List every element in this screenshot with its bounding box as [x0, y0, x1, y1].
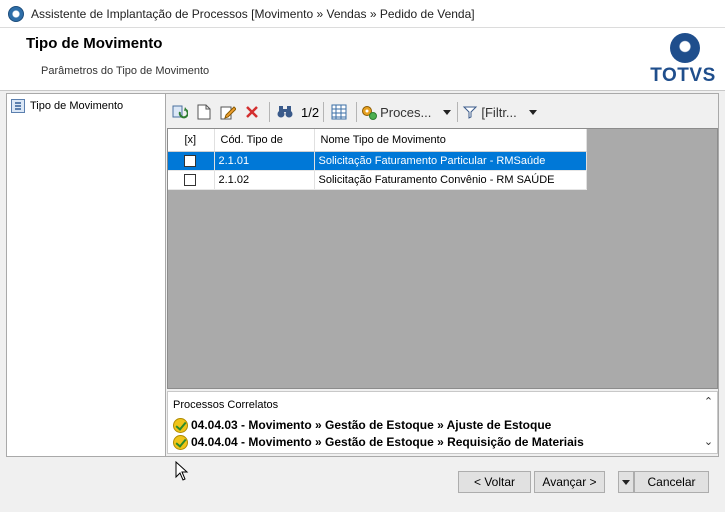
related-process-label: 04.04.03 - Movimento » Gestão de Estoque…: [191, 418, 552, 432]
row-name: Solicitação Faturamento Particular - RMS…: [314, 151, 587, 171]
options-dropdown-button[interactable]: [618, 471, 634, 493]
chevron-down-icon: [622, 479, 630, 485]
toolbar-separator: [323, 102, 325, 122]
check-icon: [173, 434, 188, 450]
cancel-button[interactable]: Cancelar: [634, 471, 709, 493]
related-process-label: 04.04.04 - Movimento » Gestão de Estoque…: [191, 435, 584, 449]
back-button[interactable]: < Voltar: [458, 471, 531, 493]
delete-icon: [246, 106, 258, 118]
row-select-cell[interactable]: [168, 151, 215, 171]
table-header-row: [x] Cód. Tipo de Nome Tipo de Movimento: [168, 129, 587, 152]
filter-menu-label: [Filtr...: [481, 104, 517, 120]
next-button[interactable]: Avançar >: [534, 471, 605, 493]
app-icon: [8, 6, 24, 22]
table-row[interactable]: 2.1.01 Solicitação Faturamento Particula…: [168, 151, 587, 171]
scroll-down-icon[interactable]: ⌄: [700, 434, 717, 451]
chevron-down-icon: [528, 109, 537, 115]
vertical-scrollbar[interactable]: ⌃ ⌄: [700, 392, 717, 453]
row-checkbox[interactable]: [184, 154, 196, 167]
row-code: 2.1.02: [214, 170, 315, 190]
scroll-up-icon[interactable]: ⌃: [700, 394, 717, 411]
totvs-logo: TOTVS: [648, 32, 718, 88]
tree-item-label: Tipo de Movimento: [30, 100, 124, 112]
list-icon: [11, 99, 25, 113]
related-process-link[interactable]: 04.04.04 - Movimento » Gestão de Estoque…: [173, 434, 584, 450]
search-button[interactable]: [274, 101, 296, 123]
toolbar-separator: [457, 102, 459, 122]
column-header-select[interactable]: [x]: [168, 129, 215, 152]
gears-icon: [362, 106, 378, 120]
mouse-cursor-icon: [175, 461, 189, 481]
table-row[interactable]: 2.1.02 Solicitação Faturamento Convênio …: [168, 170, 587, 190]
related-process-link[interactable]: 04.04.03 - Movimento » Gestão de Estoque…: [173, 417, 551, 433]
new-record-button[interactable]: [193, 101, 215, 123]
chevron-down-icon: [443, 109, 452, 115]
process-menu-button[interactable]: Proces...: [361, 101, 452, 123]
check-icon: [173, 417, 188, 433]
movement-types-table: [x] Cód. Tipo de Nome Tipo de Movimento …: [168, 129, 587, 190]
row-name: Solicitação Faturamento Convênio - RM SA…: [314, 170, 587, 190]
record-counter: 1/2: [301, 104, 320, 120]
filter-menu-button[interactable]: [Filtr...: [462, 101, 537, 123]
grid-view-button[interactable]: [328, 101, 350, 123]
grid-icon: [331, 104, 347, 120]
binoculars-icon: [277, 106, 293, 118]
page-title: Tipo de Movimento: [26, 35, 163, 52]
tree-item-tipo-de-movimento[interactable]: Tipo de Movimento: [11, 97, 123, 115]
process-menu-label: Proces...: [380, 104, 432, 120]
page-subtitle: Parâmetros do Tipo de Movimento: [41, 65, 210, 77]
steps-tree: Tipo de Movimento: [7, 94, 166, 456]
grid-toolbar: 1/2 Proces... [Filtr...: [166, 98, 718, 126]
wizard-header: Tipo de Movimento Parâmetros do Tipo de …: [0, 28, 725, 91]
data-grid: [x] Cód. Tipo de Nome Tipo de Movimento …: [167, 128, 718, 389]
related-processes-panel: Processos Correlatos 04.04.03 - Moviment…: [167, 391, 718, 454]
title-bar: Assistente de Implantação de Processos […: [0, 0, 725, 28]
new-document-icon: [197, 104, 211, 120]
refresh-icon: [172, 105, 188, 119]
totvs-logo-icon: [670, 33, 700, 63]
edit-icon: [220, 106, 236, 120]
delete-record-button[interactable]: [241, 101, 263, 123]
window-title: Assistente de Implantação de Processos […: [31, 7, 475, 21]
row-select-cell[interactable]: [168, 170, 215, 190]
toolbar-separator: [356, 102, 358, 122]
column-header-code[interactable]: Cód. Tipo de: [214, 129, 315, 152]
row-checkbox[interactable]: [184, 173, 196, 186]
filter-icon: [463, 106, 478, 119]
row-code: 2.1.01: [214, 151, 315, 171]
totvs-logo-text: TOTVS: [650, 65, 716, 86]
refresh-button[interactable]: [169, 101, 191, 123]
edit-record-button[interactable]: [217, 101, 239, 123]
toolbar-separator: [269, 102, 270, 122]
related-processes-title: Processos Correlatos: [173, 399, 279, 411]
column-header-name[interactable]: Nome Tipo de Movimento: [314, 129, 587, 152]
